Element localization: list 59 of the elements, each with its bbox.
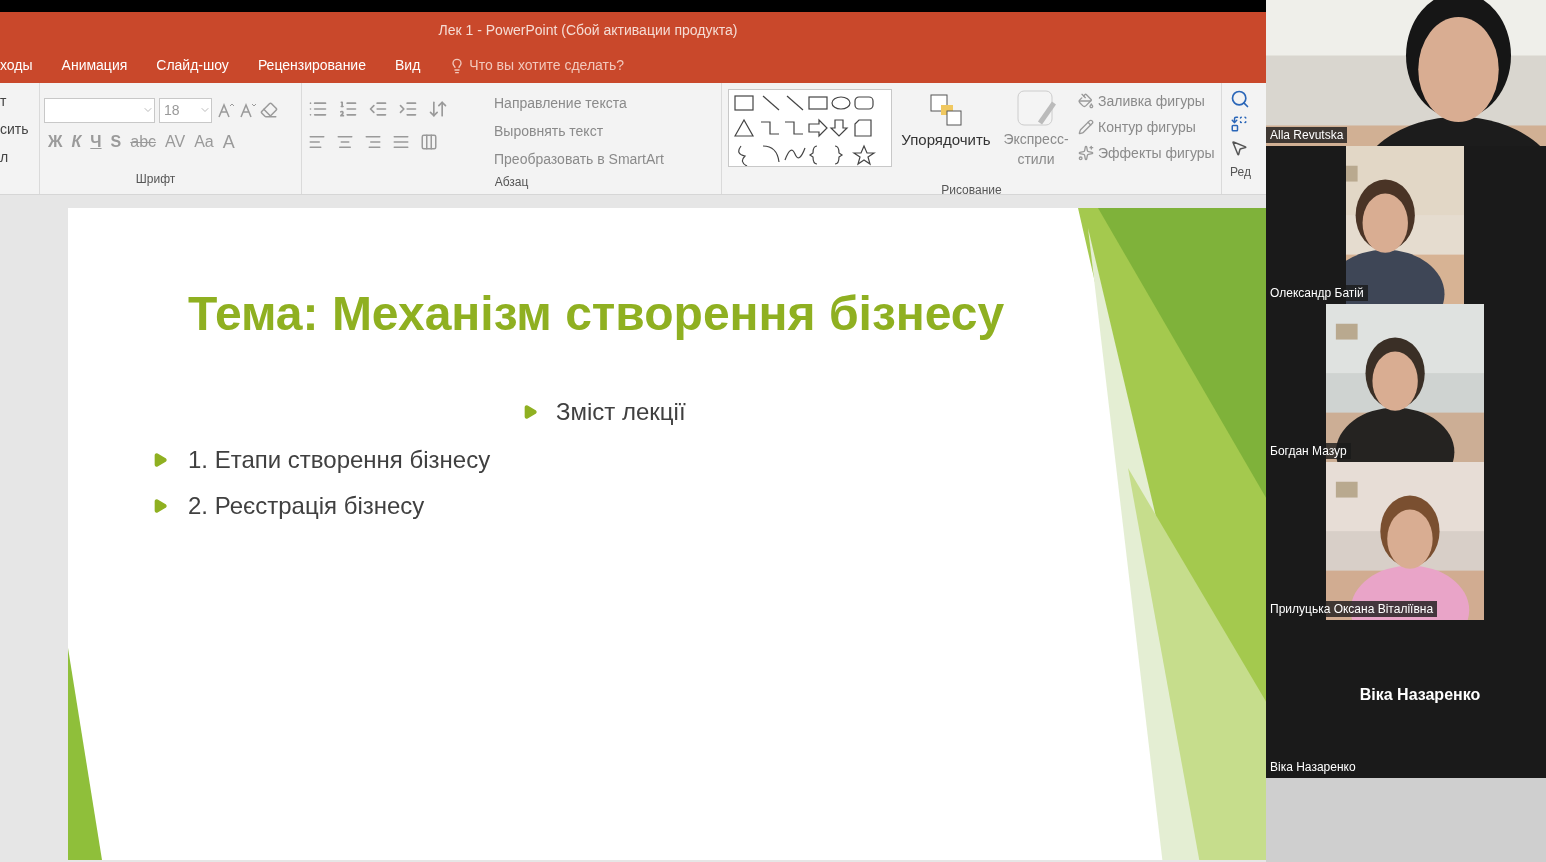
font-name-field[interactable]	[44, 97, 155, 123]
align-left-icon[interactable]	[308, 133, 326, 151]
bullet-icon	[152, 452, 168, 468]
line-spacing-icon[interactable]	[428, 99, 448, 119]
bullet-text: 2. Реєстрація бізнесу	[188, 491, 425, 521]
increase-indent-icon[interactable]	[398, 99, 418, 119]
ribbon-command[interactable]: Заливка фигуры	[1098, 91, 1205, 111]
ribbon-command[interactable]: л	[0, 147, 9, 167]
align-center-icon[interactable]	[336, 133, 354, 151]
participant-display-name: Віка Назаренко	[1359, 685, 1481, 705]
ribbon-command[interactable]: Преобразовать в SmartArt	[494, 149, 664, 169]
menu-tab[interactable]: Рецензирование	[257, 55, 366, 76]
bullet-icon	[522, 404, 538, 420]
format-button[interactable]: Ж	[48, 130, 63, 154]
menu-tab[interactable]: Анимация	[61, 55, 128, 76]
grow-font-icon[interactable]	[216, 101, 234, 119]
quick-styles-icon[interactable]	[1016, 89, 1056, 129]
format-button[interactable]: AV	[165, 130, 186, 154]
ribbon-command[interactable]: Выровнять текст	[494, 121, 664, 141]
font-size-field[interactable]: 18	[159, 97, 212, 123]
ribbon-command[interactable]: Контур фигуры	[1098, 117, 1196, 137]
format-button[interactable]: Aa	[194, 130, 214, 154]
format-button[interactable]: Ч	[90, 130, 102, 154]
format-button[interactable]: К	[71, 130, 82, 154]
bullet-icon	[152, 498, 168, 514]
ribbon-command[interactable]: сить	[0, 119, 29, 139]
numbering-icon[interactable]	[338, 99, 358, 119]
group-label: Рисование	[940, 182, 1003, 199]
arrange-icon[interactable]	[927, 91, 965, 129]
quick-styles-button[interactable]: Экспресс-стили	[1000, 129, 1072, 169]
pencil-icon[interactable]	[1078, 119, 1094, 135]
align-right-icon[interactable]	[364, 133, 382, 151]
window-title: Лек 1 - PowerPoint (Сбой активации продукта)	[438, 20, 738, 40]
group-label: Ред	[1230, 164, 1252, 181]
menu-tab[interactable]: Слайд-шоу	[156, 55, 229, 76]
shapes-gallery-drawing[interactable]	[728, 89, 892, 167]
slide-title: Тема: Механізм створення бізнесу	[188, 286, 1006, 342]
ribbon-command[interactable]: Направление текста	[494, 93, 664, 113]
decrease-indent-icon[interactable]	[368, 99, 388, 119]
group-label: Шрифт	[134, 171, 177, 188]
menu-tab[interactable]: Вид	[395, 55, 421, 76]
clear-formatting-icon[interactable]	[260, 101, 278, 119]
fill-bucket-icon[interactable]	[1078, 93, 1094, 109]
ribbon-command[interactable]: Эффекты фигуры	[1098, 143, 1215, 163]
ribbon-command[interactable]: т	[0, 91, 7, 111]
shrink-font-icon[interactable]	[238, 101, 256, 119]
sparkles-icon[interactable]	[1078, 145, 1094, 161]
tell-me-field[interactable]: Что вы хотите сделать?	[469, 55, 625, 76]
group-label: Абзац	[493, 174, 530, 191]
format-button[interactable]: S	[110, 130, 122, 154]
arrange-button[interactable]: Упорядочить	[901, 129, 991, 152]
format-button[interactable]: A	[222, 128, 235, 156]
menu-tab[interactable]: ходы	[0, 55, 33, 76]
slide-subtitle: Зміст лекції	[556, 397, 686, 427]
bullet-text: 1. Етапи створення бізнесу	[188, 445, 491, 475]
justify-icon[interactable]	[392, 133, 410, 151]
bullets-icon[interactable]	[308, 99, 328, 119]
columns-icon[interactable]	[420, 133, 438, 151]
format-button[interactable]: abc	[130, 130, 157, 154]
